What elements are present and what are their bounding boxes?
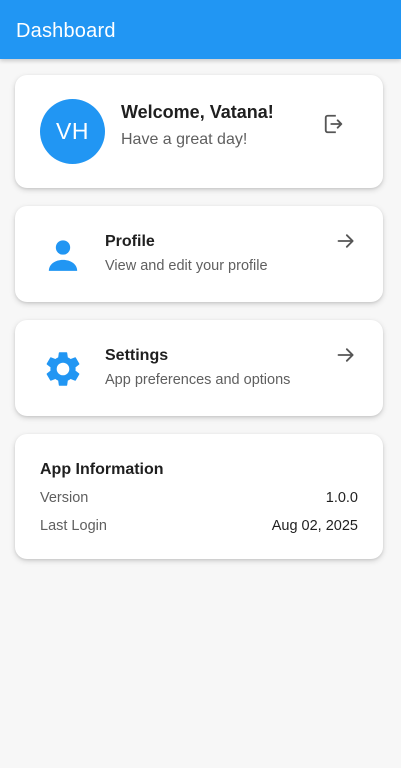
- profile-subtitle: View and edit your profile: [105, 258, 268, 274]
- arrow-right-icon: [335, 230, 357, 252]
- welcome-subtitle: Have a great day!: [121, 131, 248, 148]
- settings-card[interactable]: Settings App preferences and options: [15, 320, 383, 416]
- last-login-value: Aug 02, 2025: [271, 518, 358, 534]
- version-value: 1.0.0: [325, 490, 358, 506]
- profile-title: Profile: [105, 233, 155, 250]
- settings-subtitle: App preferences and options: [105, 372, 291, 388]
- person-icon: [42, 234, 84, 276]
- app-bar: Dashboard: [0, 0, 401, 59]
- welcome-card: VH Welcome, Vatana! Have a great day!: [15, 75, 383, 188]
- arrow-right-icon: [335, 344, 357, 366]
- gear-icon: [42, 348, 84, 390]
- avatar: VH: [40, 99, 105, 164]
- version-label: Version: [40, 490, 89, 506]
- page-title: Dashboard: [16, 20, 116, 42]
- app-info-card: App Information Version 1.0.0 Last Login…: [15, 434, 383, 559]
- avatar-initials: VH: [56, 118, 89, 144]
- app-info-title: App Information: [40, 461, 164, 478]
- logout-button[interactable]: [321, 111, 347, 137]
- logout-icon: [324, 114, 343, 134]
- settings-title: Settings: [105, 347, 169, 364]
- welcome-greeting: Welcome, Vatana!: [121, 102, 274, 122]
- profile-card[interactable]: Profile View and edit your profile: [15, 206, 383, 302]
- last-login-label: Last Login: [40, 518, 107, 534]
